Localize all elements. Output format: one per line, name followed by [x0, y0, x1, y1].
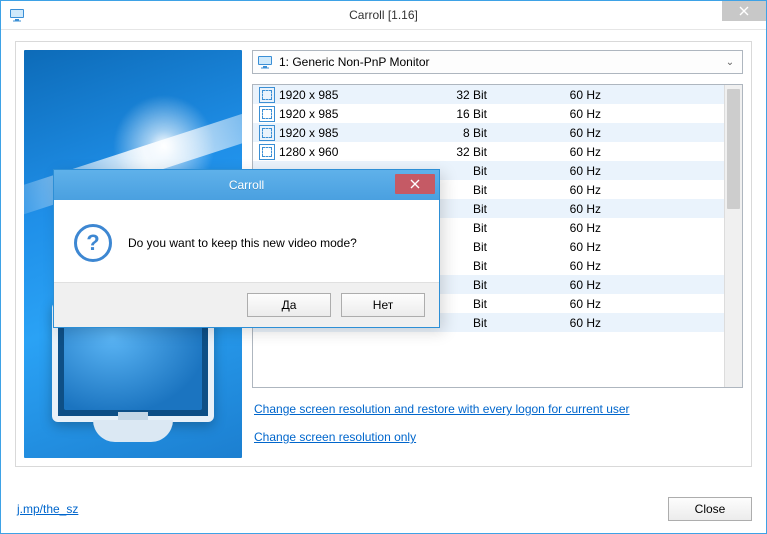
refresh-rate: 60 Hz — [511, 145, 641, 159]
resolution-row[interactable]: 1920 x 985 16 Bit60 Hz — [253, 104, 724, 123]
footer: j.mp/the_sz Close — [1, 493, 766, 533]
monitor-select[interactable]: 1: Generic Non-PnP Monitor ⌄ — [252, 50, 743, 74]
resolution-value: 1280 x 960 — [279, 145, 338, 159]
close-button[interactable]: Close — [668, 497, 752, 521]
dialog-title: Carroll — [54, 178, 439, 192]
resolution-value: 1920 x 985 — [279, 107, 338, 121]
dialog-close-button[interactable] — [395, 174, 435, 194]
scrollbar-thumb[interactable] — [727, 89, 740, 209]
resolution-icon — [259, 125, 275, 141]
refresh-rate: 60 Hz — [511, 202, 641, 216]
refresh-rate: 60 Hz — [511, 126, 641, 140]
refresh-rate: 60 Hz — [511, 297, 641, 311]
refresh-rate: 60 Hz — [511, 221, 641, 235]
color-depth: 16 Bit — [381, 107, 511, 121]
chevron-down-icon: ⌄ — [722, 57, 738, 68]
resolution-row[interactable]: 1920 x 985 32 Bit60 Hz — [253, 85, 724, 104]
resolution-row[interactable]: 1920 x 985 8 Bit60 Hz — [253, 123, 724, 142]
dialog-yes-button[interactable]: Да — [247, 293, 331, 317]
refresh-rate: 60 Hz — [511, 278, 641, 292]
confirm-dialog: Carroll ? Do you want to keep this new v… — [53, 169, 440, 328]
monitor-icon — [257, 54, 273, 70]
window-close-button[interactable] — [722, 1, 766, 21]
resolution-row[interactable]: 1280 x 960 32 Bit60 Hz — [253, 142, 724, 161]
window-title: Carroll [1.16] — [1, 8, 766, 22]
refresh-rate: 60 Hz — [511, 183, 641, 197]
color-depth: 32 Bit — [381, 88, 511, 102]
question-icon: ? — [74, 224, 112, 262]
dialog-no-button[interactable]: Нет — [341, 293, 425, 317]
scrollbar[interactable] — [724, 85, 742, 387]
dialog-title-bar: Carroll — [54, 170, 439, 200]
title-bar: Carroll [1.16] — [1, 1, 766, 30]
refresh-rate: 60 Hz — [511, 316, 641, 330]
link-change-only[interactable]: Change screen resolution only — [254, 430, 416, 444]
color-depth: 32 Bit — [381, 145, 511, 159]
dialog-message: Do you want to keep this new video mode? — [128, 236, 357, 250]
color-depth: 8 Bit — [381, 126, 511, 140]
refresh-rate: 60 Hz — [511, 164, 641, 178]
refresh-rate: 60 Hz — [511, 240, 641, 254]
refresh-rate: 60 Hz — [511, 259, 641, 273]
refresh-rate: 60 Hz — [511, 107, 641, 121]
link-change-and-restore[interactable]: Change screen resolution and restore wit… — [254, 402, 630, 416]
resolution-value: 1920 x 985 — [279, 88, 338, 102]
app-icon — [9, 7, 25, 23]
dialog-actions: Да Нет — [54, 283, 439, 327]
dialog-body: ? Do you want to keep this new video mod… — [54, 200, 439, 283]
action-links: Change screen resolution and restore wit… — [252, 388, 743, 458]
resolution-icon — [259, 144, 275, 160]
main-window: Carroll [1.16] 1: Generic Non-PnP Monito… — [0, 0, 767, 534]
monitor-select-text: 1: Generic Non-PnP Monitor — [279, 55, 722, 69]
refresh-rate: 60 Hz — [511, 88, 641, 102]
resolution-value: 1920 x 985 — [279, 126, 338, 140]
vendor-link[interactable]: j.mp/the_sz — [17, 502, 78, 516]
resolution-icon — [259, 106, 275, 122]
resolution-icon — [259, 87, 275, 103]
